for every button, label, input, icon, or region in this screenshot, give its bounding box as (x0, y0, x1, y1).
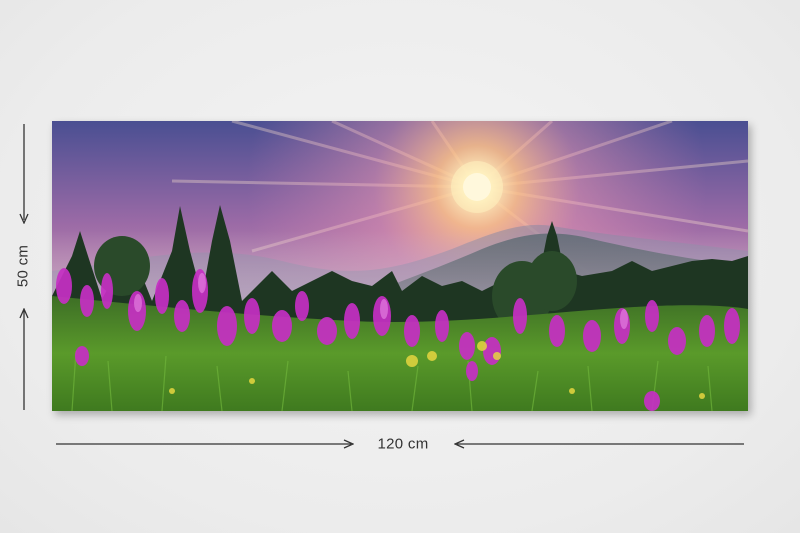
width-dimension-label: 120 cm (377, 435, 429, 453)
height-dimension-label: 50 cm (14, 244, 32, 288)
arrow-left-icon (454, 439, 744, 449)
arrow-down-icon (19, 124, 29, 224)
landscape-image (52, 121, 748, 411)
canvas-print (52, 121, 748, 411)
arrow-right-icon (56, 439, 354, 449)
arrow-up-icon (19, 308, 29, 410)
